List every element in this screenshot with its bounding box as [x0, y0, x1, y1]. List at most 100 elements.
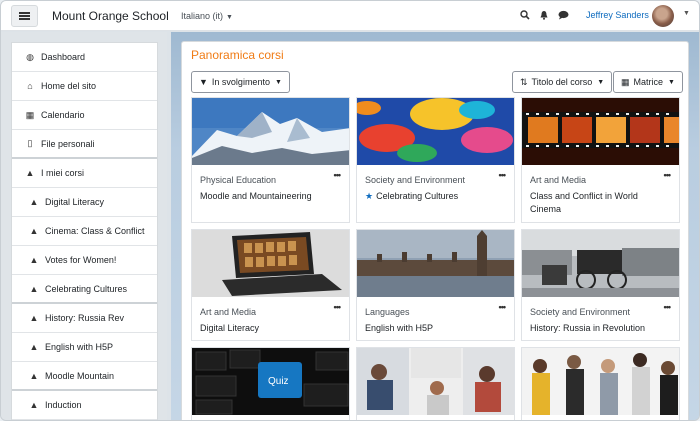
drawer-item-course[interactable]: ▲ Moodle Mountain [12, 362, 157, 391]
drawer-item-label: Celebrating Cultures [45, 283, 128, 294]
drawer-item-course[interactable]: ▲ Celebrating Cultures [12, 275, 157, 304]
course-card[interactable] [356, 347, 515, 420]
more-options-icon[interactable]: ••• [499, 170, 507, 180]
drawer-item-label: Dashboard [41, 52, 86, 62]
course-card[interactable]: Society and Environment ••• History: Rus… [521, 229, 680, 341]
chevron-down-icon: ▼ [597, 78, 605, 86]
site-name-link[interactable]: Mount Orange School [52, 9, 169, 23]
sort-icon: ⇅ [520, 76, 528, 87]
more-options-icon[interactable]: ••• [334, 302, 342, 312]
hamburger-icon [19, 12, 30, 20]
drawer-item-label: Induction [45, 400, 82, 410]
avatar[interactable] [652, 5, 674, 27]
course-card[interactable]: Languages ••• English with H5P [356, 229, 515, 341]
bell-icon[interactable] [539, 10, 549, 20]
course-name-link[interactable]: English with H5P [365, 322, 505, 335]
drawer-item-label: Calendario [41, 110, 85, 120]
nav-drawer: ◍ Dashboard ⌂ Home del sito ▦ Calendario… [1, 32, 167, 420]
drawer-item-course[interactable]: ▲ Digital Literacy [12, 188, 157, 217]
drawer-item-course[interactable]: ▲ Votes for Women! [12, 246, 157, 275]
app-window: Mount Orange School Italiano (it) ▼ Jeffr… [0, 0, 700, 421]
drawer-item-label: English with H5P [45, 342, 114, 352]
graduation-cap-icon: ▲ [29, 226, 39, 236]
more-options-icon[interactable]: ••• [664, 302, 672, 312]
course-name-link[interactable]: Class and Conflict in World Cinema [530, 190, 670, 216]
more-options-icon[interactable]: ••• [664, 170, 672, 180]
more-options-icon[interactable]: ••• [499, 302, 507, 312]
drawer-item-label: I miei corsi [41, 168, 85, 178]
course-card[interactable]: Art and Media ••• Digital Literacy [191, 229, 350, 341]
drawer-item-course[interactable]: ▲ Cinema: Class & Conflict [12, 217, 157, 246]
more-options-icon[interactable]: ••• [334, 170, 342, 180]
course-image-crowd[interactable] [522, 348, 679, 415]
calendar-icon: ▦ [25, 109, 35, 120]
user-menu-name[interactable]: Jeffrey Sanders [586, 10, 649, 20]
graduation-cap-icon: ▲ [29, 283, 39, 294]
quiz-key-text: Quiz [268, 376, 289, 387]
drawer-item-label: Digital Literacy [45, 197, 105, 207]
nav-icons [520, 10, 569, 20]
language-menu[interactable]: Italiano (it) ▼ [181, 11, 233, 21]
course-card[interactable]: Art and Media ••• Class and Conflict in … [521, 97, 680, 223]
home-icon: ⌂ [27, 81, 33, 91]
dashboard-icon: ◍ [26, 51, 34, 62]
filter-label: In svolgimento [211, 77, 270, 87]
search-icon[interactable] [520, 10, 530, 20]
course-category: Art and Media [530, 175, 587, 185]
course-name-label: Celebrating Cultures [376, 191, 459, 201]
course-card[interactable] [521, 347, 680, 420]
course-image-carriage[interactable] [522, 230, 679, 297]
course-image-parliament[interactable] [357, 230, 514, 297]
drawer-item-calendar[interactable]: ▦ Calendario [12, 101, 157, 130]
block-title: Panoramica corsi [191, 48, 284, 62]
graduation-cap-icon: ▲ [29, 400, 39, 410]
drawer-toggle-button[interactable] [11, 5, 38, 27]
course-image-film[interactable] [522, 98, 679, 165]
course-overview-block: Panoramica corsi ▼ In svolgimento ▼ ⇅ Ti… [181, 41, 689, 420]
drawer-item-home[interactable]: ⌂ Home del sito [12, 72, 157, 101]
course-name-link[interactable]: History: Russia in Revolution [530, 322, 670, 335]
graduation-cap-icon: ▲ [29, 255, 39, 265]
graduation-cap-icon: ▲ [29, 370, 39, 381]
course-image-laptop[interactable] [192, 230, 349, 297]
course-image-people[interactable] [357, 348, 514, 415]
language-label: Italiano (it) [181, 11, 224, 21]
drawer-item-my-courses[interactable]: ▲ I miei corsi [12, 159, 157, 188]
drawer-item-course[interactable]: ▲ English with H5P [12, 333, 157, 362]
chat-icon[interactable] [558, 10, 569, 20]
course-card[interactable]: Quiz [191, 347, 350, 420]
drawer-item-dashboard[interactable]: ◍ Dashboard [12, 43, 157, 72]
course-name-link[interactable]: ★ Celebrating Cultures [365, 190, 505, 203]
filter-dropdown-button[interactable]: ▼ In svolgimento ▼ [191, 71, 290, 93]
drawer-item-label: Votes for Women! [45, 255, 117, 265]
chevron-down-icon[interactable]: ▼ [683, 10, 690, 17]
sort-dropdown-button[interactable]: ⇅ Titolo del corso ▼ [512, 71, 613, 93]
drawer-list: ◍ Dashboard ⌂ Home del sito ▦ Calendario… [11, 42, 158, 420]
main-region: Panoramica corsi ▼ In svolgimento ▼ ⇅ Ti… [171, 32, 699, 420]
course-category: Society and Environment [365, 175, 466, 185]
drawer-item-label: Home del sito [41, 81, 97, 91]
sort-label: Titolo del corso [531, 77, 593, 87]
view-dropdown-button[interactable]: ▦ Matrice ▼ [613, 71, 683, 93]
drawer-item-course[interactable]: ▲ History: Russia Rev [12, 304, 157, 333]
course-image-mountain[interactable] [192, 98, 349, 165]
course-image-keyboard[interactable]: Quiz [192, 348, 349, 415]
filter-icon: ▼ [199, 77, 208, 87]
course-card[interactable]: Physical Education ••• Moodle and Mounta… [191, 97, 350, 223]
drawer-item-label: Cinema: Class & Conflict [45, 226, 145, 236]
graduation-cap-icon: ▲ [25, 168, 35, 178]
course-category: Society and Environment [530, 307, 631, 317]
chevron-down-icon: ▼ [668, 78, 675, 86]
drawer-item-label: History: Russia Rev [45, 313, 125, 323]
course-name-link[interactable]: Digital Literacy [200, 322, 340, 335]
drawer-item-label: File personali [41, 138, 95, 149]
file-icon: ▯ [27, 138, 33, 148]
chevron-down-icon: ▼ [226, 14, 233, 21]
grid-icon: ▦ [621, 76, 630, 87]
course-image-umbrellas[interactable] [357, 98, 514, 165]
course-card[interactable]: Society and Environment ••• ★ Celebrating… [356, 97, 515, 223]
drawer-item-course[interactable]: ▲ Induction [12, 391, 157, 420]
drawer-item-files[interactable]: ▯ File personali [12, 130, 157, 159]
graduation-cap-icon: ▲ [29, 342, 39, 352]
course-name-link[interactable]: Moodle and Mountaineering [200, 190, 340, 203]
